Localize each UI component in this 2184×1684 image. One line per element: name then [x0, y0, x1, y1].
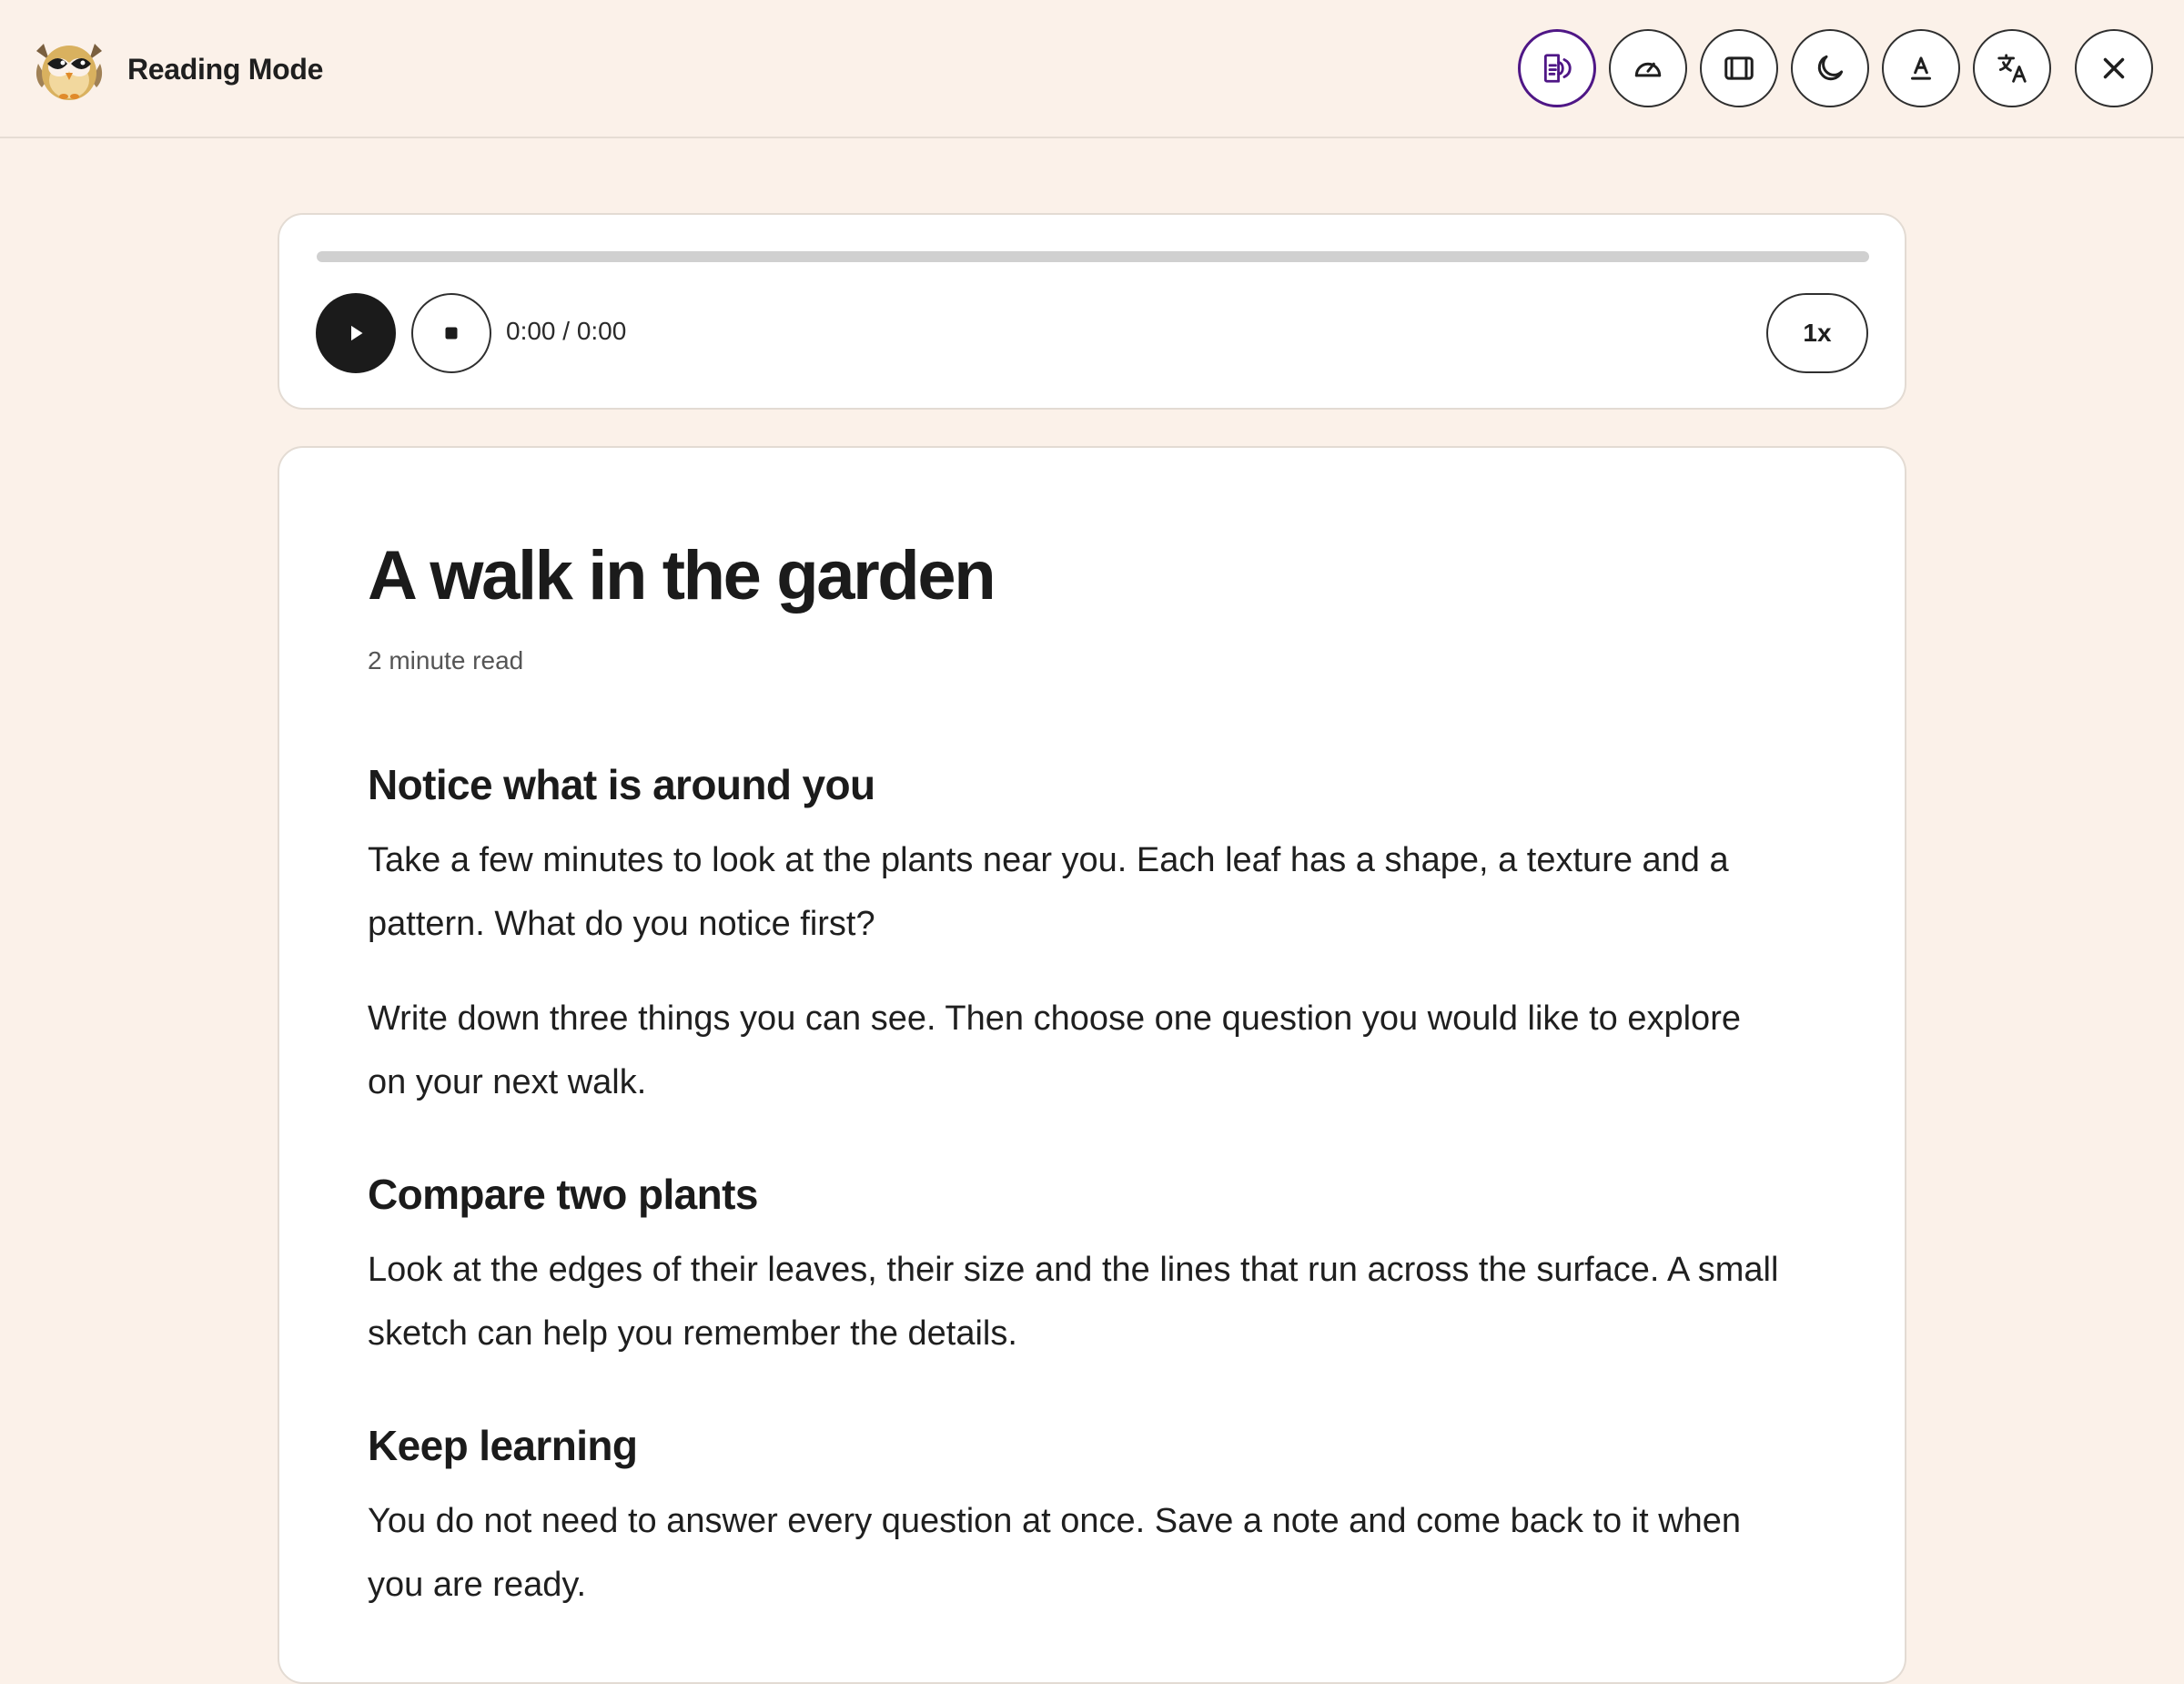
reading-speed-button[interactable] — [1609, 29, 1687, 107]
close-icon — [2103, 57, 2125, 79]
section-heading: Keep learning — [368, 1422, 638, 1469]
panel-icon — [1724, 56, 1754, 80]
read-aloud-icon — [1543, 54, 1572, 83]
paragraph: Write down three things you can see. The… — [368, 999, 1741, 1101]
play-button[interactable] — [316, 293, 396, 373]
article-body: Notice what is around you Take a few min… — [368, 757, 1787, 1617]
section-heading: Compare two plants — [368, 1171, 758, 1218]
translate-button[interactable] — [1973, 29, 2051, 107]
time-display: 0:00 / 0:00 — [506, 317, 627, 345]
play-icon — [351, 325, 363, 341]
playback-speed-button[interactable]: 1x — [1766, 293, 1868, 373]
audio-player: 0:00 / 0:00 1x — [278, 213, 1906, 410]
article-title: A walk in the garden — [368, 537, 996, 614]
close-button[interactable] — [2075, 29, 2153, 107]
paragraph: Take a few minutes to look at the plants… — [368, 841, 1729, 943]
stop-icon — [445, 327, 458, 340]
read-time: 2 minute read — [368, 646, 524, 675]
read-aloud-button[interactable] — [1518, 29, 1596, 107]
text-style-button[interactable] — [1882, 29, 1960, 107]
section-heading: Notice what is around you — [368, 761, 875, 808]
text-format-icon — [1910, 56, 1932, 80]
paragraph: You do not need to answer every question… — [368, 1502, 1742, 1604]
progress-bar[interactable] — [317, 251, 1869, 262]
speedometer-icon — [1634, 62, 1662, 77]
stop-button[interactable] — [411, 293, 491, 373]
toolbar-buttons — [0, 29, 2184, 111]
dark-mode-button[interactable] — [1791, 29, 1869, 107]
paragraph: Look at the edges of their leaves, their… — [368, 1251, 1779, 1353]
translate-icon — [1997, 54, 2027, 83]
article-card: A walk in the garden 2 minute read Notic… — [278, 446, 1906, 1684]
focus-view-button[interactable] — [1700, 29, 1778, 107]
moon-icon — [1817, 55, 1844, 81]
reading-mode-toolbar: Reading Mode — [0, 0, 2184, 138]
